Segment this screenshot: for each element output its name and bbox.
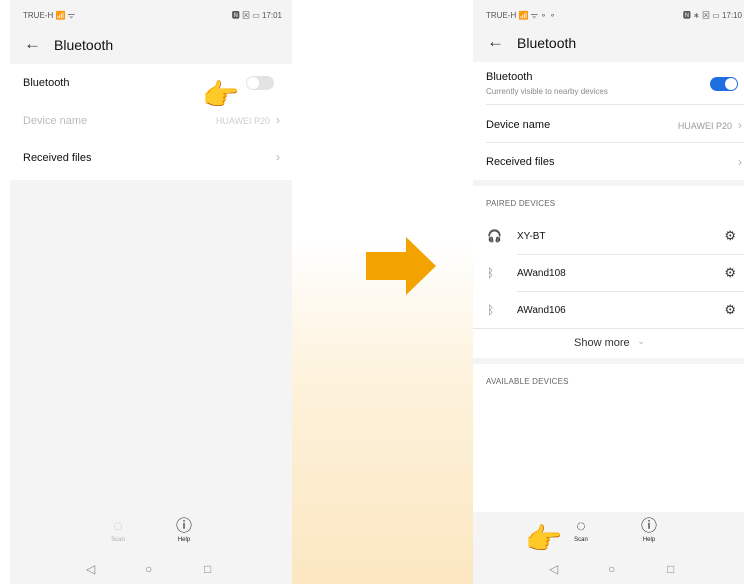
device-name-value: HUAWEI P20 <box>677 121 732 131</box>
scan-label: Scan <box>111 537 125 543</box>
show-more-label: Show more <box>574 337 630 349</box>
received-files-label: Received files <box>23 152 92 164</box>
scan-icon: ◌ <box>113 518 123 535</box>
chevron-right-icon: › <box>738 155 742 169</box>
chevron-down-icon: ⌄ <box>637 336 646 347</box>
paired-devices-header: PAIRED DEVICES <box>486 199 556 208</box>
bluetooth-label: Bluetooth <box>23 77 70 89</box>
bluetooth-row[interactable]: Bluetooth <box>10 64 292 102</box>
help-icon: ⓘ <box>175 518 192 535</box>
page-title: Bluetooth <box>517 35 577 51</box>
received-files-row[interactable]: Received files › <box>473 143 744 179</box>
status-right: 🅽 ⊠ ▭ 17:01 <box>231 11 282 20</box>
chevron-right-icon: › <box>738 118 742 132</box>
paired-devices-card: PAIRED DEVICES 🎧 XY-BT ⚙ ᛒ AWand108 ⚙ ᛒ … <box>473 186 744 358</box>
chevron-right-icon: › <box>276 113 280 127</box>
gear-icon[interactable]: ⚙ <box>724 302 736 318</box>
nav-home-icon[interactable]: ○ <box>145 562 152 576</box>
received-files-label: Received files <box>486 156 555 168</box>
bluetooth-label: Bluetooth <box>486 71 533 83</box>
paired-device-row[interactable]: ᛒ AWand106 ⚙ <box>473 292 744 328</box>
gear-icon[interactable]: ⚙ <box>724 265 736 281</box>
phone-screen-before: TRUE-H 📶 ᯤ 🅽 ⊠ ▭ 17:01 ← Bluetooth Bluet… <box>10 0 292 584</box>
paired-device-row[interactable]: ᛒ AWand108 ⚙ <box>473 255 744 291</box>
scan-button[interactable]: ◌ Scan <box>561 518 601 543</box>
received-files-row[interactable]: Received files › <box>10 140 292 178</box>
status-bar: TRUE-H 📶 ᯤ ⚬ ⚬ 🅽 ∗ ⊠ ▭ 17:10 <box>473 0 744 28</box>
device-name-row: Device name HUAWEI P20 › <box>10 102 292 140</box>
page-title: Bluetooth <box>54 37 114 53</box>
nav-recents-icon[interactable]: □ <box>204 562 211 576</box>
bluetooth-icon: ᛒ <box>487 303 495 317</box>
device-name-label: Device name <box>23 115 88 127</box>
nav-bar: ◁ ○ □ <box>473 554 744 584</box>
settings-card: Bluetooth Currently visible to nearby de… <box>473 62 744 180</box>
settings-card: Bluetooth Device name HUAWEI P20 › Recei… <box>10 64 292 180</box>
bottom-bar: ◌ Scan ⓘ Help <box>10 516 292 556</box>
bottom-bar: ◌ Scan ⓘ Help <box>473 516 744 556</box>
paired-device-row[interactable]: 🎧 XY-BT ⚙ <box>473 218 744 254</box>
help-label: Help <box>177 537 191 543</box>
available-devices-header: AVAILABLE DEVICES <box>486 377 569 386</box>
status-bar: TRUE-H 📶 ᯤ 🅽 ⊠ ▭ 17:01 <box>10 0 292 28</box>
nav-back-icon[interactable]: ◁ <box>86 562 95 576</box>
bluetooth-sub: Currently visible to nearby devices <box>486 87 608 96</box>
device-name-row[interactable]: Device name HUAWEI P20 › <box>473 105 744 141</box>
nav-back-icon[interactable]: ◁ <box>549 562 558 576</box>
help-icon: ⓘ <box>640 518 657 535</box>
device-name-label: Device name <box>486 119 551 131</box>
headphones-icon: 🎧 <box>487 229 502 243</box>
bluetooth-icon: ᛒ <box>487 266 495 280</box>
nav-recents-icon[interactable]: □ <box>667 562 674 576</box>
status-carrier: TRUE-H 📶 ᯤ ⚬ ⚬ <box>486 11 556 20</box>
transition-arrow-icon <box>366 237 436 295</box>
bluetooth-row[interactable]: Bluetooth Currently visible to nearby de… <box>473 62 744 104</box>
device-name: AWand108 <box>517 268 566 279</box>
scan-button[interactable]: ◌ Scan <box>98 518 138 543</box>
status-carrier: TRUE-H 📶 ᯤ <box>23 11 75 20</box>
show-more-row[interactable]: Show more ⌄ <box>473 329 744 357</box>
back-arrow-icon[interactable]: ← <box>24 34 41 54</box>
device-name-value: HUAWEI P20 <box>215 116 270 126</box>
nav-bar: ◁ ○ □ <box>10 554 292 584</box>
bluetooth-toggle[interactable] <box>246 76 274 90</box>
help-label: Help <box>642 537 656 543</box>
gear-icon[interactable]: ⚙ <box>724 228 736 244</box>
scan-icon: ◌ <box>576 518 586 535</box>
help-button[interactable]: ⓘ Help <box>164 518 204 543</box>
available-devices-card: AVAILABLE DEVICES <box>473 364 744 512</box>
phone-screen-after: TRUE-H 📶 ᯤ ⚬ ⚬ 🅽 ∗ ⊠ ▭ 17:10 ← Bluetooth… <box>473 0 744 584</box>
pointing-hand-icon: 👉 <box>202 79 240 112</box>
nav-home-icon[interactable]: ○ <box>608 562 615 576</box>
bluetooth-toggle[interactable] <box>710 77 738 91</box>
status-right: 🅽 ∗ ⊠ ▭ 17:10 <box>682 11 742 20</box>
scan-label: Scan <box>574 537 588 543</box>
title-bar: ← Bluetooth <box>10 28 292 64</box>
help-button[interactable]: ⓘ Help <box>629 518 669 543</box>
back-arrow-icon[interactable]: ← <box>487 32 504 52</box>
pointing-hand-icon: 👉 <box>525 523 563 556</box>
device-name: XY-BT <box>517 231 546 242</box>
title-bar: ← Bluetooth <box>473 26 744 62</box>
chevron-right-icon: › <box>276 150 280 164</box>
device-name: AWand106 <box>517 305 566 316</box>
